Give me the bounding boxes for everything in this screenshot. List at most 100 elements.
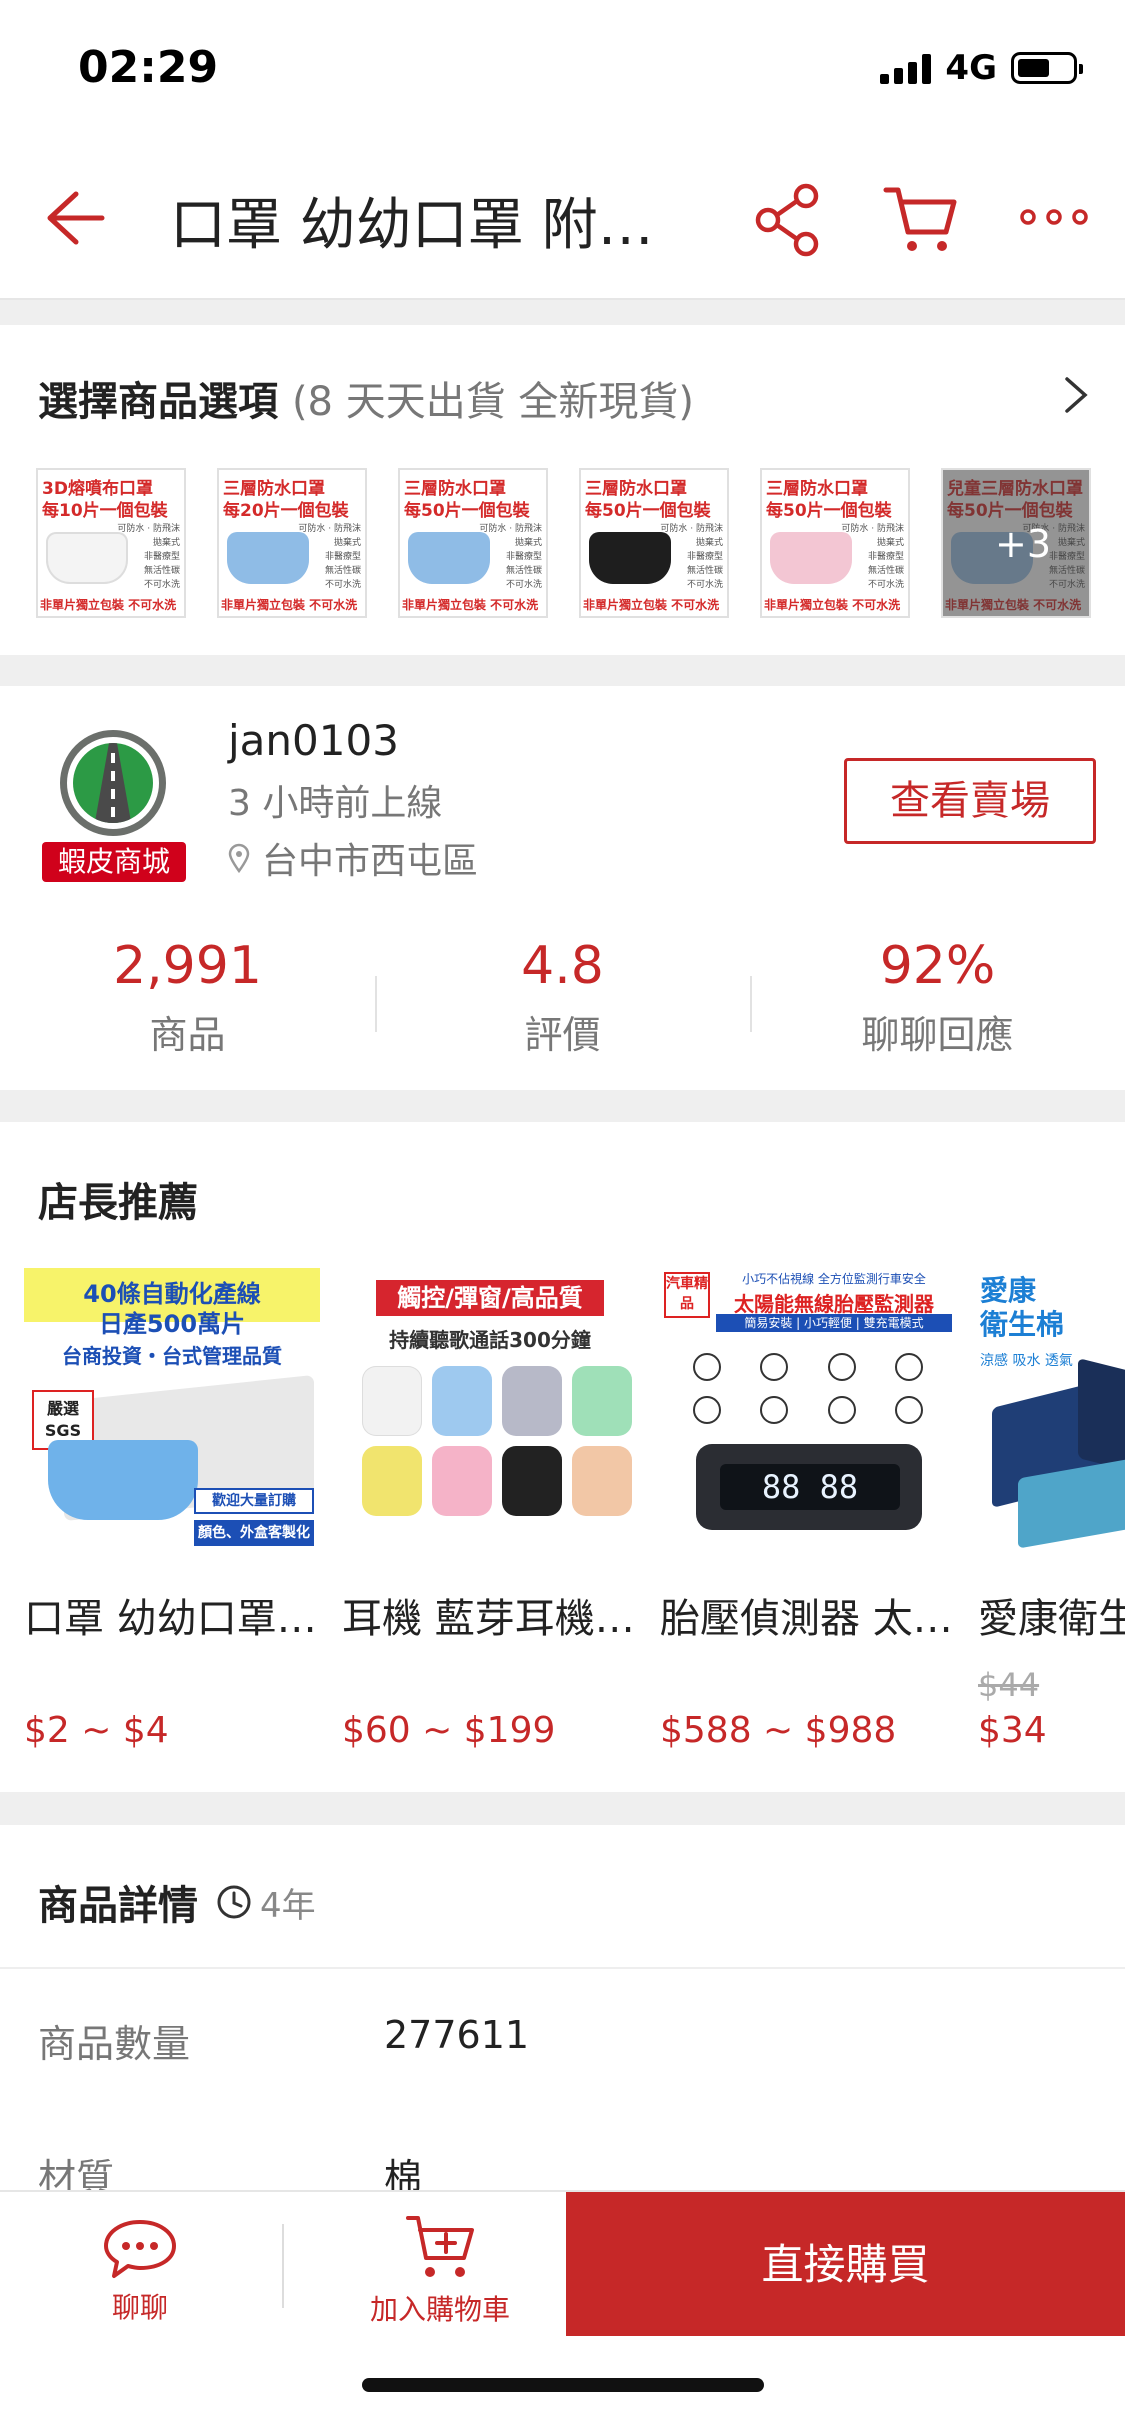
home-indicator-area [0,2336,1125,2436]
rec-img-text: 日產500萬片 [98,1310,246,1338]
chat-label: 聊聊 [111,2291,168,2324]
more-count: +3 [995,522,1052,566]
thumb-footer: 非單片獨立包裝 不可水洗 [764,598,901,612]
add-to-cart-button[interactable]: 加入購物車 [330,2212,550,2328]
stat-chat-response: 92% 聊聊回應 [750,936,1125,1066]
thumb-subtitle: 每50片一個包裝 [404,501,530,521]
shop-online-status: 3 小時前上線 [228,783,443,824]
rec-image-earbuds: 觸控/彈窗/高品質 持續聽歌通話300分鐘 [342,1268,638,1558]
mask-image [770,532,852,584]
chevron-right-icon[interactable] [1061,373,1091,417]
rec-name: 耳機 藍芽耳機 無線… [342,1596,638,1642]
location-pin-icon [228,843,250,873]
recommendations-title: 店長推薦 [38,1180,198,1226]
rec-name: 口罩 幼幼口罩 附… [24,1596,320,1642]
share-icon[interactable] [750,180,826,260]
rec-price: $34 [978,1710,1047,1751]
thumb-features: 可防水 · 防飛沫 拋棄式 非醫療型 無活性碳 不可水洗 [841,524,904,590]
shop-logo[interactable]: 蝦皮商城 [42,730,186,884]
rec-item[interactable]: 觸控/彈窗/高品質 持續聽歌通話300分鐘 耳機 藍芽耳機 無線… [342,1268,638,1751]
stat-label: 商品 [149,1013,226,1057]
back-arrow-icon[interactable] [38,178,108,258]
thumb-subtitle: 每10片一個包裝 [42,501,168,521]
option-thumbnail[interactable]: 3D熔噴布口罩 每10片一個包裝 可防水 · 防飛沫 拋棄式 非醫療型 無活性碳 不… [36,468,186,618]
option-thumbnails: 3D熔噴布口罩 每10片一個包裝 可防水 · 防飛沫 拋棄式 非醫療型 無活性碳 不… [36,468,1091,618]
add-cart-icon [406,2216,474,2277]
stat-label: 評價 [524,1013,601,1057]
add-to-cart-label: 加入購物車 [369,2293,510,2326]
battery-icon [1011,52,1083,84]
stat-products[interactable]: 2,991 商品 [0,936,375,1066]
road-logo-icon [60,730,166,836]
rec-img-readout: 88 88 [720,1464,900,1510]
view-shop-button[interactable]: 查看賣場 [844,758,1096,844]
page-title: 口罩 幼幼口罩 附… [170,193,654,258]
rec-img-text: 小巧不佔視線 全方位監測行車安全 [742,1272,926,1286]
shop-location-text: 台中市西屯區 [262,841,479,882]
more-options-icon[interactable] [1018,202,1090,232]
shop-recommendations: 店長推薦 40條自動化產線 日產500萬片 台商投資・台式管理品質 嚴選 SGS… [0,1122,1125,1792]
chat-button[interactable]: 聊聊 [60,2218,220,2328]
rec-item[interactable]: 愛康 衛生棉 涼感 吸水 透氣 愛康衛生棉 涼感… $44 $34 [978,1268,1125,1751]
status-time: 02:29 [78,42,219,93]
rec-image-mask-factory: 40條自動化產線 日產500萬片 台商投資・台式管理品質 嚴選 SGS 歡迎大量… [24,1268,320,1558]
rec-img-text: 愛康 [980,1274,1037,1307]
divider [0,1967,1125,1969]
thumb-footer: 非單片獨立包裝 不可水洗 [402,598,539,612]
cart-icon[interactable] [880,178,960,258]
rec-name: 胎壓偵測器 太陽能… [660,1596,956,1642]
clock-icon [217,1885,251,1919]
thumb-features: 可防水 · 防飛沫 拋棄式 非醫療型 無活性碳 不可水洗 [479,524,542,590]
rec-old-price [660,1666,956,1706]
rec-image-pads: 愛康 衛生棉 涼感 吸水 透氣 [978,1268,1125,1558]
mask-image [408,532,490,584]
recommendation-list: 40條自動化產線 日產500萬片 台商投資・台式管理品質 嚴選 SGS 歡迎大量… [24,1268,1125,1751]
option-thumbnail[interactable]: 三層防水口罩 每50片一個包裝 可防水 · 防飛沫 拋棄式 非醫療型 無活性碳 不可… [579,468,729,618]
nav-bar: 口罩 幼幼口罩 附… [0,140,1125,300]
rec-old-price [24,1666,320,1706]
options-title: 選擇商品選項 (8 天天出貨 全新現貨) [38,369,694,427]
details-header: 商品詳情 4年 [38,1873,316,1931]
thumb-features: 可防水 · 防飛沫 拋棄式 非醫療型 無活性碳 不可水洗 [660,524,723,590]
rec-img-text: 觸控/彈窗/高品質 [376,1280,604,1316]
rec-img-text: 太陽能無線胎壓監測器 [734,1292,934,1316]
detail-label-quantity: 商品數量 [38,2022,191,2066]
rec-name: 愛康衛生棉 涼感… [978,1596,1125,1642]
option-thumbnail[interactable]: 兒童三層防水口罩每50片一個包裝可防水 · 防飛沫 拋棄式 非醫療型 無活性碳 … [941,468,1091,618]
status-bar: 02:29 4G [0,0,1125,140]
mask-image [227,532,309,584]
mask-image [46,532,128,584]
rec-price: $588 ~ $988 [660,1710,897,1751]
rec-img-text: 涼感 吸水 透氣 [980,1353,1073,1369]
rec-old-price [342,1666,638,1706]
divider [282,2224,284,2308]
rec-img-tag: 歡迎大量訂購 [194,1488,314,1514]
rec-image-tire-sensor: 汽車精品 小巧不佔視線 全方位監測行車安全 太陽能無線胎壓監測器 簡易安裝 | … [660,1268,956,1558]
rec-old-price: $44 [978,1666,1040,1704]
buy-now-button[interactable]: 直接購買 [566,2192,1125,2338]
home-indicator[interactable] [362,2378,764,2392]
product-options-section[interactable]: 選擇商品選項 (8 天天出貨 全新現貨) 3D熔噴布口罩 每10片一個包裝 可防水 … [0,325,1125,655]
listing-age: 4年 [216,1878,316,1927]
mask-image [589,532,671,584]
shop-section: 蝦皮商城 jan0103 3 小時前上線 台中市西屯區 查看賣場 2,991 商… [0,686,1125,1090]
options-subtitle: (8 天天出貨 全新現貨) [291,379,695,425]
rec-img-text: 衛生棉 [980,1308,1065,1341]
rec-item[interactable]: 40條自動化產線 日產500萬片 台商投資・台式管理品質 嚴選 SGS 歡迎大量… [24,1268,320,1751]
listing-age-text: 4年 [260,1885,316,1926]
rec-img-text: 持續聽歌通話300分鐘 [389,1328,591,1352]
product-page: 02:29 4G 口罩 幼幼口罩 附… 選擇商品選項 (8 天天出貨 全新現貨)… [0,0,1125,2436]
option-thumbnail[interactable]: 三層防水口罩 每50片一個包裝 可防水 · 防飛沫 拋棄式 非醫療型 無活性碳 不可… [760,468,910,618]
thumb-subtitle: 每50片一個包裝 [766,501,892,521]
details-title: 商品詳情 [38,1883,198,1929]
option-thumbnail[interactable]: 三層防水口罩 每20片一個包裝 可防水 · 防飛沫 拋棄式 非醫療型 無活性碳 不可… [217,468,367,618]
option-thumbnail[interactable]: 三層防水口罩 每50片一個包裝 可防水 · 防飛沫 拋棄式 非醫療型 無活性碳 不可… [398,468,548,618]
thumb-features: 可防水 · 防飛沫 拋棄式 非醫療型 無活性碳 不可水洗 [298,524,361,590]
mall-badge: 蝦皮商城 [42,842,186,882]
stat-rating[interactable]: 4.8 評價 [375,936,750,1066]
rec-price: $60 ~ $199 [342,1710,556,1751]
shop-name[interactable]: jan0103 [228,716,399,765]
rec-item[interactable]: 汽車精品 小巧不佔視線 全方位監測行車安全 太陽能無線胎壓監測器 簡易安裝 | … [660,1268,956,1751]
thumb-subtitle: 每50片一個包裝 [585,501,711,521]
thumb-features: 可防水 · 防飛沫 拋棄式 非醫療型 無活性碳 不可水洗 [117,524,180,590]
